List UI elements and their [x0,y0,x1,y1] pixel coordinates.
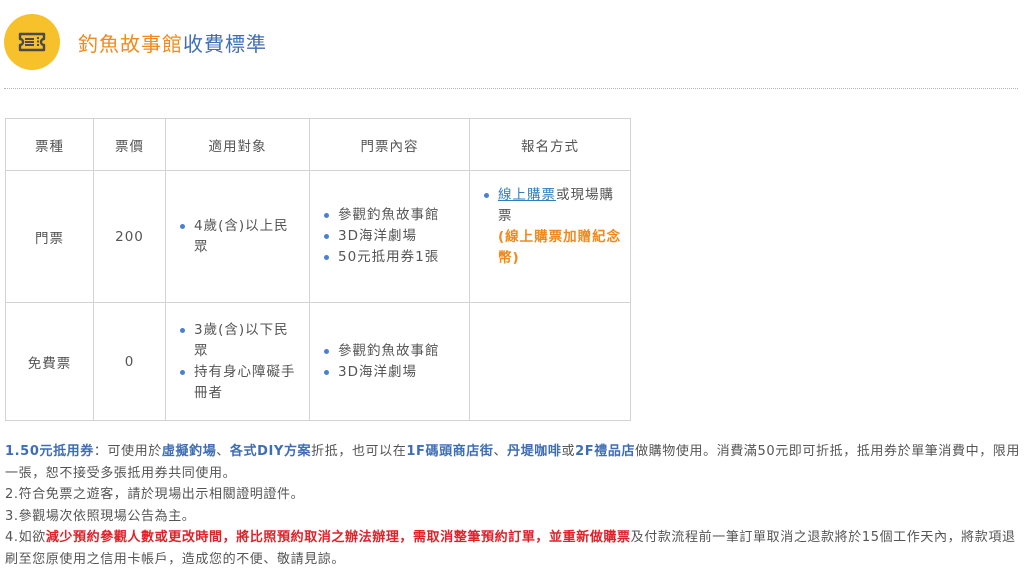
note-4-warning: 減少預約參觀人數或更改時間，將比照預約取消之辦法辦理，需取消整筆預約訂單，並重新… [45,530,631,545]
page-title-venue: 釣魚故事館 [78,31,183,56]
note-1-sep: 、 [216,444,230,459]
header-price: 票價 [93,118,166,171]
list-item: 3D海洋劇場 [322,226,461,247]
note-1-dante-coffee: 丹堤咖啡 [507,444,562,459]
page-title-section: 收費標準 [183,31,267,56]
contents-cell: 參觀釣魚故事館 3D海洋劇場 50元抵用券1張 [309,170,470,303]
eligibility-cell: 3歲(含)以下民眾 持有身心障礙手冊者 [165,302,310,421]
signup-cell: 線上購票或現場購票 (線上購票加贈紀念幣) [469,170,631,303]
page-title: 釣魚故事館收費標準 [78,28,267,57]
table-row: 門票 200 4歲(含)以上民眾 參觀釣魚故事館 3D海洋劇場 50元抵用券1張… [5,170,631,303]
ticket-type-cell: 門票 [5,170,94,303]
page-header: 釣魚故事館收費標準 [4,14,267,70]
note-1-text: 折抵，也可以在 [311,444,407,459]
signup-cell-empty [469,302,631,421]
header-ticket-type: 票種 [5,118,94,171]
note-1-diy: 各式DIY方案 [229,444,312,459]
list-item: 4歲(含)以上民眾 [178,216,301,258]
header-contents: 門票內容 [309,118,470,171]
list-item: 50元抵用券1張 [322,247,461,268]
ticket-icon [18,32,46,52]
note-1-voucher: 1.50元抵用券 [5,444,94,459]
notes-section: 1.50元抵用券：可使用於虛擬釣場、各式DIY方案折抵，也可以在1F碼頭商店街、… [5,441,1020,570]
note-3: 3.參觀場次依照現場公告為主。 [5,508,196,524]
list-item: 持有身心障礙手冊者 [178,362,301,404]
note-2: 2.符合免票之遊客，請於現場出示相關證明證件。 [5,487,305,502]
list-item: 3歲(含)以下民眾 [178,320,301,362]
note-1-virtual-fishing: 虛擬釣場 [161,444,217,459]
note-4: 4.如欲減少預約參觀人數或更改時間，將比照預約取消之辦法辦理，需取消整筆預約訂單… [5,527,1020,570]
list-item: 參觀釣魚故事館 [322,205,461,226]
contents-cell: 參觀釣魚故事館 3D海洋劇場 [309,302,470,421]
note-1: 1.50元抵用券：可使用於虛擬釣場、各式DIY方案折抵，也可以在1F碼頭商店街、… [5,441,1020,484]
list-item: 3D海洋劇場 [322,362,461,383]
note-1-text: ：可使用於 [93,444,162,459]
price-cell: 0 [93,302,166,421]
note-1-gift-shop: 2F禮品店 [575,444,636,459]
note-1-pier-shops: 1F碼頭商店街 [406,444,494,459]
header-divider [4,88,1018,89]
note-1-text: 或 [561,444,576,459]
price-cell: 200 [93,170,166,303]
header-eligibility: 適用對象 [165,118,310,171]
header-signup: 報名方式 [469,118,631,171]
online-ticket-link[interactable]: 線上購票 [498,187,556,203]
list-item: 參觀釣魚故事館 [322,341,461,362]
note-4-text: 4.如欲 [5,530,46,545]
eligibility-cell: 4歲(含)以上民眾 [165,170,310,303]
fee-table: 票種 票價 適用對象 門票內容 報名方式 門票 200 4歲(含)以上民眾 參觀… [5,118,631,421]
table-row: 免費票 0 3歲(含)以下民眾 持有身心障礙手冊者 參觀釣魚故事館 3D海洋劇場 [5,302,631,421]
ticket-type-cell: 免費票 [5,302,94,421]
list-item: 線上購票或現場購票 (線上購票加贈紀念幣) [482,185,622,269]
ticket-icon-badge [4,14,60,70]
promo-text: (線上購票加贈紀念幣) [498,229,622,266]
note-1-sep: 、 [493,444,508,459]
table-header-row: 票種 票價 適用對象 門票內容 報名方式 [5,118,631,171]
